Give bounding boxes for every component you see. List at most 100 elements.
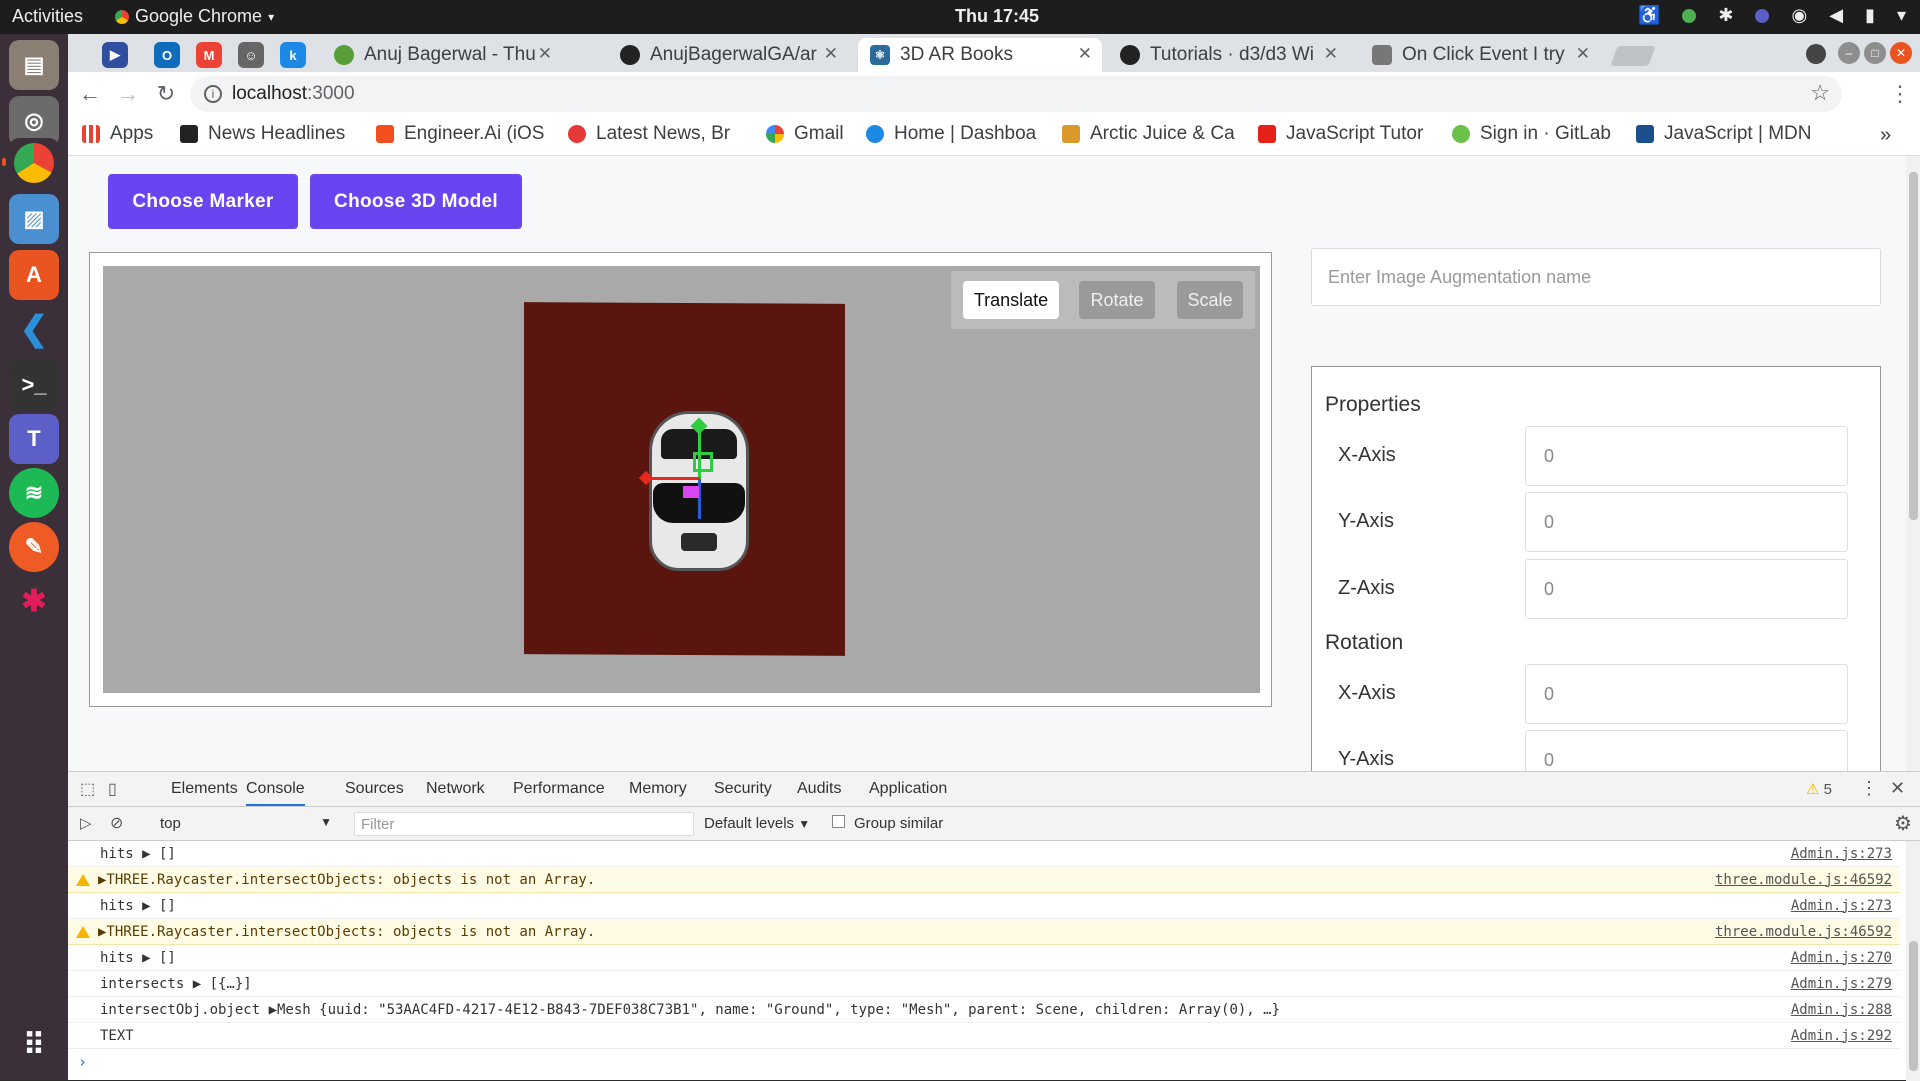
bookmark-star-icon[interactable]: ☆ bbox=[1810, 80, 1830, 106]
bookmark-item[interactable]: JavaScript Tutor bbox=[1258, 123, 1438, 145]
bookmark-item[interactable]: Home | Dashboa bbox=[866, 123, 1042, 145]
console-source-link[interactable]: Admin.js:270 bbox=[1791, 950, 1892, 966]
console-message[interactable]: hits ▶ [] bbox=[100, 898, 176, 914]
choose-3d-model-button[interactable]: Choose 3D Model bbox=[310, 174, 522, 229]
console-message[interactable]: intersectObj.object ▶Mesh {uuid: "53AAC4… bbox=[100, 1002, 1280, 1018]
chrome-menu-icon[interactable]: ⋮ bbox=[1886, 80, 1914, 108]
console-source-link[interactable]: Admin.js:292 bbox=[1791, 1028, 1892, 1044]
console-message[interactable]: ▶THREE.Raycaster.intersectObjects: objec… bbox=[98, 924, 595, 940]
context-selector[interactable]: top ▼ bbox=[160, 815, 340, 832]
volume-icon[interactable]: ◀ bbox=[1829, 5, 1843, 26]
vscode-icon[interactable]: ❮ bbox=[9, 304, 59, 354]
bookmark-item[interactable]: Arctic Juice & Ca bbox=[1062, 123, 1242, 145]
console-message[interactable]: hits ▶ [] bbox=[100, 950, 176, 966]
console-source-link[interactable]: Admin.js:288 bbox=[1791, 1002, 1892, 1018]
position-x-input[interactable]: 0 bbox=[1525, 426, 1848, 486]
back-button[interactable]: ← bbox=[76, 80, 104, 108]
pinned-tab-outlook[interactable]: O bbox=[154, 42, 180, 68]
page-scrollbar[interactable] bbox=[1906, 156, 1920, 771]
terminal-icon[interactable]: >_ bbox=[9, 360, 59, 410]
show-applications-icon[interactable]: ⠿ bbox=[9, 1020, 59, 1070]
bookmark-item[interactable]: News Headlines bbox=[180, 123, 364, 145]
tab-performance[interactable]: Performance bbox=[513, 780, 605, 798]
tab-item-active[interactable]: ⚛ 3D AR Books ✕ bbox=[858, 38, 1102, 72]
tab-audits[interactable]: Audits bbox=[797, 780, 841, 798]
bookmark-item[interactable]: Sign in · GitLab bbox=[1452, 123, 1611, 145]
spotify-icon[interactable]: ≋ bbox=[9, 468, 59, 518]
choose-marker-button[interactable]: Choose Marker bbox=[108, 174, 298, 229]
close-devtools-icon[interactable]: ✕ bbox=[1890, 778, 1905, 799]
bookmark-item[interactable]: Latest News, Br bbox=[568, 123, 746, 145]
console-scrollbar[interactable] bbox=[1906, 841, 1920, 1081]
devtools-menu-icon[interactable]: ⋮ bbox=[1860, 778, 1878, 799]
console-filter-input[interactable]: Filter bbox=[354, 812, 694, 836]
activities-button[interactable]: Activities bbox=[12, 6, 83, 27]
close-icon[interactable]: ✕ bbox=[824, 44, 838, 64]
app-menu[interactable]: Google Chrome ▾ bbox=[115, 6, 274, 27]
pinned-tab-k[interactable]: k bbox=[280, 42, 306, 68]
address-bar[interactable]: i localhost:3000 ☆ bbox=[190, 76, 1842, 112]
tab-item[interactable]: Tutorials · d3/d3 Wi ✕ bbox=[1108, 38, 1348, 72]
device-toolbar-icon[interactable]: ▯ bbox=[108, 779, 117, 799]
tab-item[interactable]: AnujBagerwalGA/ar ✕ bbox=[608, 38, 848, 72]
bookmark-item[interactable]: JavaScript | MDN bbox=[1636, 123, 1822, 145]
software-center-icon[interactable]: A bbox=[9, 250, 59, 300]
minimize-icon[interactable]: – bbox=[1838, 42, 1860, 64]
tab-item[interactable]: On Click Event I try ✕ bbox=[1360, 38, 1600, 72]
tab-application[interactable]: Application bbox=[869, 780, 947, 798]
image-viewer-icon[interactable]: ▨ bbox=[9, 194, 59, 244]
tab-security[interactable]: Security bbox=[714, 780, 772, 798]
clear-console-icon[interactable]: ⊘ bbox=[110, 813, 123, 833]
reload-button[interactable]: ↻ bbox=[152, 80, 180, 108]
tab-item[interactable]: Anuj Bagerwal - Thu ✕ bbox=[322, 38, 562, 72]
bookmark-item[interactable]: Apps bbox=[82, 123, 153, 145]
rotation-y-input[interactable]: 0 bbox=[1525, 730, 1848, 771]
console-prompt[interactable]: › bbox=[78, 1053, 87, 1071]
sidebar-toggle-icon[interactable]: ▷ bbox=[80, 814, 92, 832]
console-source-link[interactable]: Admin.js:273 bbox=[1791, 846, 1892, 862]
group-similar-checkbox[interactable] bbox=[832, 815, 845, 828]
console-message[interactable]: hits ▶ [] bbox=[100, 846, 176, 862]
scale-button[interactable]: Scale bbox=[1177, 281, 1243, 319]
profile-icon[interactable] bbox=[1806, 44, 1826, 64]
slack-icon[interactable]: ✱ bbox=[9, 576, 59, 626]
maximize-icon[interactable]: □ bbox=[1864, 42, 1886, 64]
tab-network[interactable]: Network bbox=[426, 780, 485, 798]
tab-console[interactable]: Console bbox=[246, 780, 305, 806]
slack-tray-icon[interactable]: ✱ bbox=[1718, 5, 1733, 26]
position-y-input[interactable]: 0 bbox=[1525, 492, 1848, 552]
close-window-icon[interactable]: ✕ bbox=[1890, 42, 1912, 64]
inspect-element-icon[interactable]: ⬚ bbox=[80, 779, 95, 799]
more-bookmarks-icon[interactable]: » bbox=[1880, 124, 1891, 147]
chrome-extension-icon[interactable] bbox=[1682, 8, 1697, 23]
close-icon[interactable]: ✕ bbox=[538, 44, 552, 64]
bookmark-item[interactable]: Gmail bbox=[766, 123, 844, 145]
rotation-x-input[interactable]: 0 bbox=[1525, 664, 1848, 724]
scrollbar-thumb[interactable] bbox=[1909, 941, 1918, 1071]
console-message[interactable]: ▶THREE.Raycaster.intersectObjects: objec… bbox=[98, 872, 595, 888]
teams-icon[interactable]: T bbox=[9, 414, 59, 464]
translate-button[interactable]: Translate bbox=[963, 281, 1059, 319]
warning-counter[interactable]: ⚠ 5 bbox=[1806, 780, 1832, 798]
files-icon[interactable]: ▤ bbox=[9, 40, 59, 90]
pinned-tab-gmail[interactable]: M bbox=[196, 42, 222, 68]
battery-icon[interactable]: ▮ bbox=[1865, 5, 1875, 26]
forward-button[interactable]: → bbox=[114, 80, 142, 108]
new-tab-button[interactable] bbox=[1610, 46, 1656, 66]
console-message[interactable]: TEXT bbox=[100, 1028, 134, 1044]
log-levels-dropdown[interactable]: Default levels ▼ bbox=[704, 815, 810, 832]
transform-gizmo[interactable] bbox=[638, 417, 763, 534]
rotate-button[interactable]: Rotate bbox=[1079, 281, 1155, 319]
console-source-link[interactable]: Admin.js:279 bbox=[1791, 976, 1892, 992]
3d-viewport[interactable]: Translate Rotate Scale bbox=[103, 266, 1260, 693]
console-message[interactable]: intersects ▶ [{…}] bbox=[100, 976, 252, 992]
tab-elements[interactable]: Elements bbox=[171, 780, 238, 798]
close-icon[interactable]: ✕ bbox=[1324, 44, 1338, 64]
tab-sources[interactable]: Sources bbox=[345, 780, 404, 798]
console-source-link[interactable]: three.module.js:46592 bbox=[1715, 924, 1892, 940]
system-tray[interactable]: ♿ ✱ ◉ ◀ ▮ ▾ bbox=[1638, 5, 1906, 26]
tab-memory[interactable]: Memory bbox=[629, 780, 687, 798]
teams-tray-icon[interactable] bbox=[1755, 8, 1770, 23]
console-source-link[interactable]: Admin.js:273 bbox=[1791, 898, 1892, 914]
wifi-icon[interactable]: ◉ bbox=[1791, 5, 1807, 26]
